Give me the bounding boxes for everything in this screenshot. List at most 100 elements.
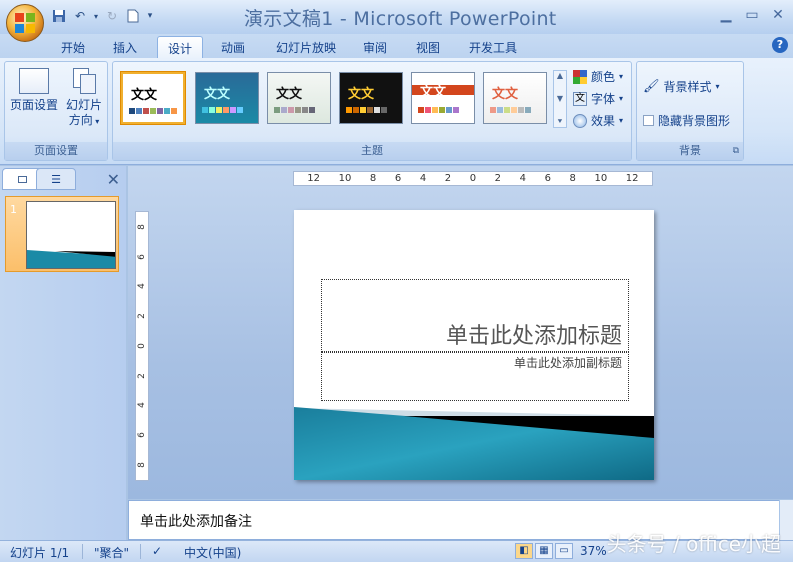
effects-icon	[573, 113, 587, 128]
ruler-tick: 4	[519, 173, 526, 184]
page-setup-button[interactable]: 页面设置	[8, 68, 60, 113]
hide-graphics-checkbox[interactable]	[643, 115, 654, 126]
theme-thumb-text: 文文	[348, 87, 375, 102]
theme-thumb-flow[interactable]: 文文	[195, 72, 259, 124]
theme-thumb-office[interactable]: 文文	[121, 72, 185, 124]
outline-icon: ☰	[51, 172, 61, 186]
office-button[interactable]	[6, 4, 44, 42]
colors-button[interactable]: 颜色 ▾	[573, 68, 623, 85]
dropdown-icon: ▾	[715, 82, 720, 91]
hide-graphics-label: 隐藏背景图形	[658, 114, 731, 128]
ruler-tick: 12	[307, 173, 321, 184]
theme-thumb-pastel[interactable]: 文文	[483, 72, 547, 124]
fonts-label: 字体	[591, 92, 616, 106]
ruler-tick: 8	[136, 462, 147, 468]
close-icon[interactable]: ✕	[767, 6, 789, 24]
slide-orientation-button[interactable]: 幻灯片 方向 ▾	[61, 68, 107, 129]
ruler-tick: 2	[136, 313, 147, 320]
spellcheck-icon[interactable]: ✓	[152, 544, 162, 558]
notes-scrollbar[interactable]	[779, 500, 793, 540]
slides-pane: ☰ ✕ 1	[0, 166, 126, 540]
title-placeholder[interactable]: 单击此处添加标题	[321, 279, 629, 352]
page-setup-group: 页面设置 幻灯片 方向 ▾ 页面设置	[4, 61, 108, 161]
ruler-tick: 0	[469, 173, 477, 184]
dialog-launcher-icon[interactable]: ⧉	[733, 142, 739, 160]
subtitle-placeholder[interactable]: 单击此处添加副标题	[321, 352, 629, 401]
slide-thumbnail-item[interactable]: 1	[5, 196, 119, 272]
tab-home[interactable]: 开始	[50, 36, 96, 58]
page-setup-icon	[19, 68, 49, 94]
maximize-icon[interactable]: ▭	[741, 6, 763, 24]
slide-counter: 幻灯片 1/1	[10, 546, 70, 560]
notes-placeholder: 单击此处添加备注	[140, 514, 252, 530]
language-indicator[interactable]: 中文(中国)	[184, 544, 241, 561]
tab-animation[interactable]: 动画	[210, 36, 256, 58]
tab-developer[interactable]: 开发工具	[462, 36, 524, 58]
scroll-up-icon[interactable]: ▲	[557, 71, 563, 80]
page-setup-group-label: 页面设置	[5, 142, 107, 160]
ruler-tick: 8	[136, 224, 147, 230]
gallery-more-icon[interactable]: ⯆	[557, 117, 563, 127]
ruler-tick: 10	[338, 173, 352, 184]
close-icon[interactable]: ✕	[107, 170, 120, 189]
page-setup-label: 页面设置	[9, 98, 58, 112]
theme-gallery-scroll[interactable]: ▲ ▼ ⯆	[553, 70, 567, 128]
tab-insert[interactable]: 插入	[102, 36, 148, 58]
horizontal-ruler[interactable]: 12 10 8 6 4 2 0 2 4 6 8 10 12	[293, 171, 653, 186]
slide-orientation-icon	[71, 68, 97, 94]
slide-sorter-icon[interactable]: ▦	[535, 543, 553, 559]
customize-icon[interactable]: ▾	[145, 8, 155, 24]
hide-background-graphics[interactable]: 隐藏背景图形	[643, 112, 730, 129]
vertical-ruler[interactable]: 8 6 4 2 0 2 4 6 8	[135, 211, 149, 481]
slide-thumbnail	[26, 201, 116, 269]
tab-slideshow[interactable]: 幻灯片放映	[268, 36, 344, 58]
new-icon[interactable]	[124, 8, 142, 24]
slideshow-view-icon[interactable]: ▭	[555, 543, 573, 559]
redo-icon[interactable]: ↻	[103, 8, 121, 24]
tab-design[interactable]: 设计	[157, 36, 203, 58]
ribbon: 页面设置 幻灯片 方向 ▾ 页面设置 文文 文文 文文 文文 文文 文文 ▲ ▼…	[0, 58, 793, 165]
fonts-button[interactable]: 文 字体 ▾	[573, 90, 623, 107]
save-icon[interactable]	[50, 8, 68, 24]
themes-group-label: 主题	[113, 142, 631, 160]
scroll-down-icon[interactable]: ▼	[557, 94, 563, 103]
ruler-tick: 2	[136, 372, 147, 379]
window-controls: ▁ ▭ ✕	[715, 6, 789, 24]
undo-icon[interactable]: ↶	[71, 8, 89, 24]
minimize-icon[interactable]: ▁	[715, 6, 737, 24]
zoom-level[interactable]: 37%	[580, 544, 607, 558]
tab-view[interactable]: 视图	[405, 36, 451, 58]
title-bar: ↶ ▾ ↻ ▾ 演示文稿1 - Microsoft PowerPoint ▁ ▭…	[0, 0, 793, 34]
effects-button[interactable]: 效果 ▾	[573, 112, 623, 129]
ruler-tick: 6	[544, 173, 551, 184]
ruler-tick: 0	[136, 343, 147, 349]
pane-tabs: ☰ ✕	[0, 166, 126, 190]
dropdown-icon[interactable]: ▾	[92, 8, 100, 24]
theme-thumb-red[interactable]: 文文	[411, 72, 475, 124]
ruler-tick: 2	[494, 173, 502, 184]
paint-bucket-icon: 🖌	[643, 79, 660, 94]
ruler-tick: 6	[394, 173, 402, 184]
tab-outline[interactable]: ☰	[36, 168, 76, 190]
tab-review[interactable]: 审阅	[352, 36, 398, 58]
help-icon[interactable]: ?	[772, 37, 788, 53]
title-placeholder-text: 单击此处添加标题	[445, 324, 622, 349]
ruler-tick: 10	[594, 173, 608, 184]
watermark: 头条号 / office小超	[606, 532, 781, 556]
normal-view-icon[interactable]: ◧	[515, 543, 533, 559]
ruler-tick: 12	[625, 173, 639, 184]
theme-thumb-oriel[interactable]: 文文	[267, 72, 331, 124]
slide-editor-area: 12 10 8 6 4 2 0 2 4 6 8 10 12 8 6 4 2 0 …	[128, 166, 793, 499]
theme-thumb-dark[interactable]: 文文	[339, 72, 403, 124]
fonts-icon: 文	[573, 91, 587, 106]
theme-thumb-text: 文文	[131, 88, 158, 103]
slide-canvas[interactable]: 单击此处添加标题 单击此处添加副标题	[294, 210, 654, 480]
background-styles-button[interactable]: 🖌 背景样式 ▾	[643, 78, 720, 95]
dropdown-icon: ▾	[619, 72, 624, 81]
slide-orientation-label-2: 方向	[68, 113, 93, 127]
divider	[82, 544, 83, 559]
ruler-tick: 8	[369, 173, 377, 184]
effects-label: 效果	[591, 114, 616, 128]
ribbon-tabs: 开始 插入 设计 动画 幻灯片放映 审阅 视图 开发工具 ?	[0, 34, 793, 58]
window-title: 演示文稿1 - Microsoft PowerPoint	[244, 8, 557, 30]
